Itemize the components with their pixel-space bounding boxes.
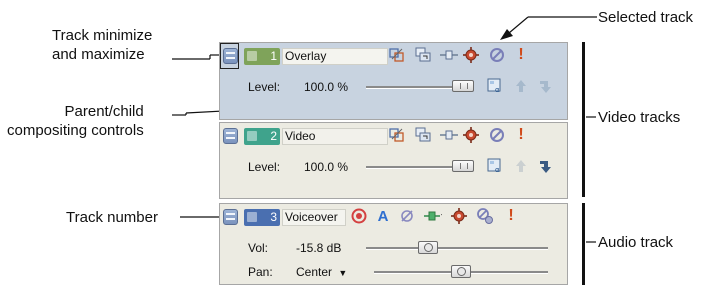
audio-track-bracket bbox=[582, 203, 585, 285]
mute-icon[interactable] bbox=[488, 46, 506, 64]
compositing-mode-icon[interactable]: α bbox=[486, 77, 504, 95]
level-slider-thumb[interactable] bbox=[452, 160, 474, 172]
callout-video-tracks: Video tracks bbox=[598, 109, 681, 126]
bypass-motion-blur-icon[interactable] bbox=[440, 126, 458, 144]
callout-selected-track: Selected track bbox=[598, 9, 694, 26]
track-fx-icon[interactable] bbox=[414, 46, 432, 64]
solo-icon[interactable]: ! bbox=[512, 46, 530, 64]
track-number-badge[interactable]: 3 bbox=[244, 209, 280, 226]
track-minimize-maximize-button[interactable] bbox=[223, 48, 238, 64]
make-parent-icon[interactable] bbox=[512, 157, 530, 175]
arm-record-icon[interactable] bbox=[350, 207, 368, 225]
track-color-chip bbox=[247, 212, 257, 222]
svg-text:α: α bbox=[495, 86, 500, 94]
make-child-icon[interactable] bbox=[536, 77, 554, 95]
bypass-motion-blur-icon[interactable] bbox=[440, 46, 458, 64]
track-name-field[interactable]: Video bbox=[282, 128, 388, 145]
volume-slider-thumb[interactable] bbox=[418, 241, 438, 254]
track-fx-gear-icon[interactable] bbox=[450, 207, 468, 225]
make-child-icon[interactable] bbox=[536, 157, 554, 175]
video-tracks-bracket bbox=[582, 42, 585, 197]
track-minimize-maximize-button[interactable] bbox=[223, 128, 238, 144]
make-parent-icon[interactable] bbox=[512, 77, 530, 95]
volume-label: Vol: bbox=[248, 241, 269, 255]
invert-phase-icon[interactable] bbox=[398, 207, 416, 225]
track-fx-gear-icon[interactable] bbox=[462, 46, 480, 64]
level-slider-thumb[interactable] bbox=[452, 80, 474, 92]
track-name-field[interactable]: Overlay bbox=[282, 48, 388, 65]
compositing-mode-icon[interactable]: α bbox=[486, 157, 504, 175]
mute-icon[interactable] bbox=[476, 207, 494, 225]
mute-icon[interactable] bbox=[488, 126, 506, 144]
track-motion-icon[interactable] bbox=[388, 46, 406, 64]
track-number: 1 bbox=[270, 49, 277, 63]
level-slider-track[interactable] bbox=[366, 166, 466, 169]
svg-text:α: α bbox=[495, 166, 500, 174]
track-number-badge[interactable]: 2 bbox=[244, 128, 280, 145]
volume-slider-track[interactable] bbox=[366, 247, 548, 250]
level-slider-track[interactable] bbox=[366, 86, 466, 89]
track-color-chip bbox=[247, 131, 257, 141]
chevron-down-icon: ▼ bbox=[338, 268, 348, 278]
track-header-video[interactable]: 2 Video ! Level: 100.0 % α bbox=[219, 122, 568, 199]
callout-track-number: Track number bbox=[66, 209, 158, 226]
track-fx-icon[interactable] bbox=[414, 126, 432, 144]
pan-label: Pan: bbox=[248, 265, 273, 279]
track-color-chip bbox=[247, 51, 257, 61]
pan-mode-dropdown[interactable]: Center ▼ bbox=[296, 265, 347, 279]
track-number-badge[interactable]: 1 bbox=[244, 48, 280, 65]
track-fx-gear-icon[interactable] bbox=[462, 126, 480, 144]
track-header-voiceover[interactable]: 3 Voiceover A ! Vol: -15.8 dB Pan: Cente… bbox=[219, 203, 568, 285]
pan-slider-thumb[interactable] bbox=[451, 265, 471, 278]
track-number: 2 bbox=[270, 129, 277, 143]
callout-track-minimize: Track minimize and maximize bbox=[52, 27, 153, 63]
track-header-overlay[interactable]: 1 Overlay ! Level: 100.0 % α bbox=[219, 42, 568, 120]
track-number: 3 bbox=[270, 210, 277, 224]
solo-icon[interactable]: ! bbox=[512, 126, 530, 144]
automation-icon[interactable]: A bbox=[374, 207, 392, 225]
callout-parent-child: Parent/child compositing controls bbox=[7, 103, 144, 139]
level-label: Level: bbox=[248, 160, 281, 174]
volume-value: -15.8 dB bbox=[296, 241, 342, 255]
callout-audio-track: Audio track bbox=[598, 234, 674, 251]
level-value: 100.0 % bbox=[304, 160, 349, 174]
solo-icon[interactable]: ! bbox=[502, 207, 520, 225]
track-name-field[interactable]: Voiceover bbox=[282, 209, 346, 226]
level-value: 100.0 % bbox=[304, 80, 349, 94]
pan-mode-value: Center bbox=[296, 265, 333, 279]
track-minimize-maximize-button[interactable] bbox=[223, 209, 238, 225]
level-label: Level: bbox=[248, 80, 281, 94]
track-motion-icon[interactable] bbox=[388, 126, 406, 144]
track-fx-icon[interactable] bbox=[424, 207, 442, 225]
